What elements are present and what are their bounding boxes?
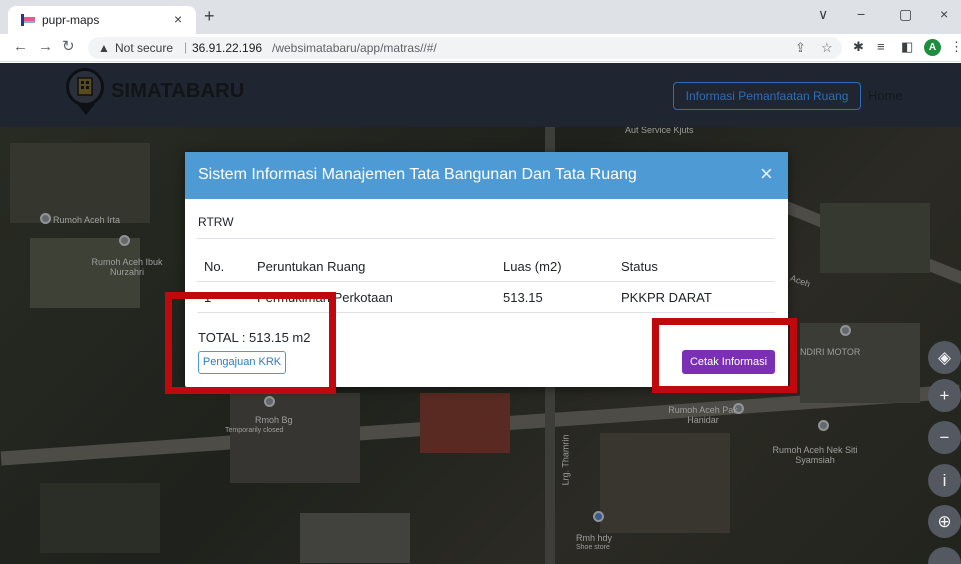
logo-pin-tip (77, 104, 95, 115)
zoom-in-button[interactable]: + (928, 379, 961, 412)
column-header: Status (621, 259, 658, 274)
back-icon[interactable]: ← (13, 39, 28, 55)
favicon-icon (21, 14, 35, 26)
brand-name: SIMATABARU (111, 80, 245, 102)
minimize-icon[interactable]: − (857, 6, 865, 22)
divider (197, 281, 775, 282)
profile-avatar[interactable]: A (924, 39, 941, 56)
reload-icon[interactable]: ↻ (62, 39, 75, 55)
url-separator: | (184, 40, 188, 54)
forward-icon[interactable]: → (38, 39, 53, 55)
share-icon[interactable]: ⇪ (795, 40, 806, 56)
tab-title: pupr-maps (42, 13, 100, 27)
close-icon[interactable]: × (760, 163, 773, 185)
home-link[interactable]: Home (868, 88, 903, 103)
page-viewport: Rumoh Aceh Irta Rumoh Aceh Ibuk Nurzahri… (0, 63, 961, 564)
maximize-icon[interactable]: ▢ (899, 6, 912, 22)
building-logo-icon (66, 68, 104, 106)
bookmark-star-icon[interactable]: ☆ (821, 40, 833, 56)
browser-tab[interactable]: pupr-maps × (8, 6, 196, 34)
zoom-out-icon: − (939, 428, 950, 447)
menu-icon[interactable]: ⋮ (950, 40, 961, 54)
globe-icon: ⊕ (937, 512, 952, 531)
info-button[interactable]: i (928, 464, 961, 497)
new-tab-button[interactable]: + (204, 7, 215, 25)
layers-icon: ◈ (937, 348, 952, 367)
divider (197, 238, 775, 239)
table-cell: PKKPR DARAT (621, 290, 712, 305)
browser-tab-bar: pupr-maps × + ∨ − ▢ × (0, 0, 961, 34)
globe-button[interactable]: ⊕ (928, 505, 961, 538)
extensions-icon[interactable]: ✱ (853, 40, 864, 54)
tab-close-icon[interactable]: × (174, 11, 182, 27)
url-host: 36.91.22.196 (192, 41, 263, 55)
modal-header: Sistem Informasi Manajemen Tata Bangunan… (185, 152, 788, 199)
layers-button[interactable]: ◈ (928, 341, 961, 374)
info-pemanfaatan-ruang-button[interactable]: Informasi Pemanfaatan Ruang (673, 82, 861, 110)
url-path: /websimatabaru/app/matras//#/ (272, 41, 437, 55)
table-cell: 513.15 (503, 290, 543, 305)
zoom-out-button[interactable]: − (928, 421, 961, 454)
highlight-box (652, 318, 797, 393)
section-title: RTRW (198, 215, 234, 229)
window-close-icon[interactable]: × (940, 6, 948, 22)
info-icon: i (942, 471, 947, 490)
tab-search-icon[interactable]: ∨ (818, 6, 828, 22)
browser-toolbar: ← → ↻ ▲ Not secure | 36.91.22.196 /websi… (0, 34, 961, 62)
side-panel-icon[interactable]: ◧ (901, 40, 913, 54)
highlight-box (165, 292, 336, 394)
zoom-in-icon: + (939, 386, 950, 405)
column-header: Peruntukan Ruang (257, 259, 366, 274)
column-header: No. (204, 259, 225, 274)
site-navbar: SIMATABARU Informasi Pemanfaatan Ruang H… (0, 63, 961, 127)
column-header: Luas (m2) (503, 259, 562, 274)
reading-list-icon[interactable]: ≡ (877, 40, 885, 54)
warning-icon: ▲ (98, 41, 110, 55)
modal-title: Sistem Informasi Manajemen Tata Bangunan… (198, 166, 637, 183)
not-secure-label: Not secure (115, 41, 174, 55)
address-bar[interactable]: ▲ Not secure | 36.91.22.196 /websimataba… (88, 37, 842, 59)
